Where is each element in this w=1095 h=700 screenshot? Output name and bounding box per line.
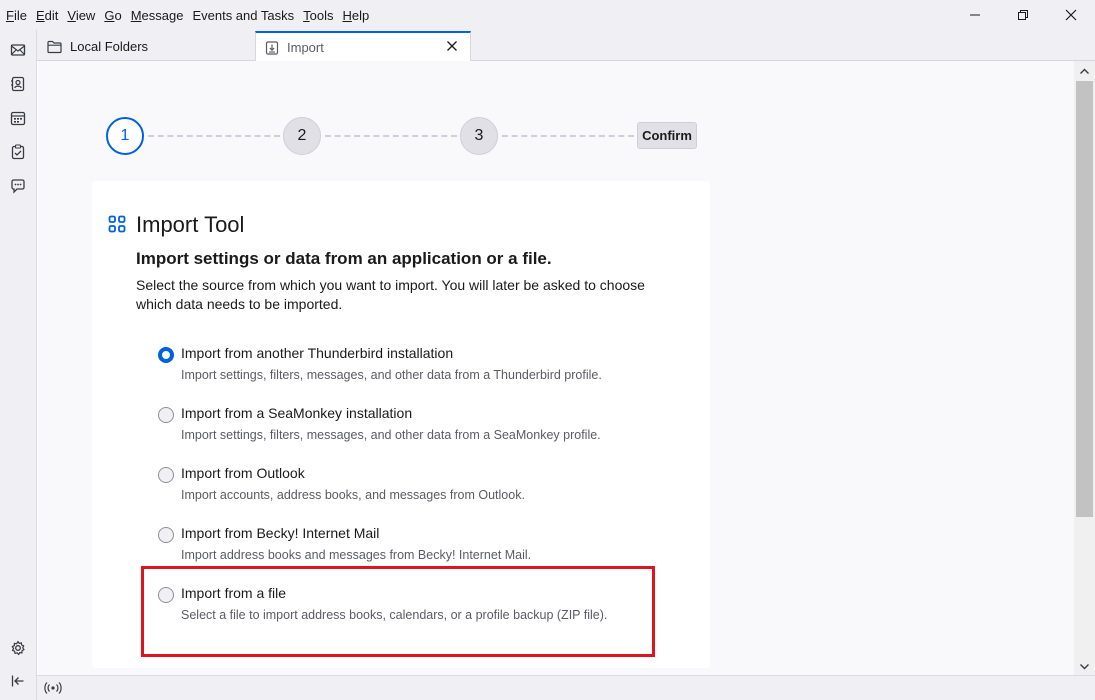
address-book-space-button[interactable]	[8, 74, 28, 94]
tasks-space-button[interactable]	[8, 142, 28, 162]
radio-becky[interactable]	[158, 527, 174, 543]
minimize-icon	[970, 14, 980, 16]
import-icon	[265, 40, 279, 55]
window-controls	[951, 0, 1095, 30]
menu-events-and-tasks[interactable]: Events and Tasks	[192, 8, 294, 23]
option-description: Import accounts, address books, and mess…	[181, 488, 525, 502]
option-label[interactable]: Import from another Thunderbird installa…	[181, 345, 453, 361]
menu-view-accel: V	[67, 7, 76, 23]
option-description: Import settings, filters, messages, and …	[181, 428, 601, 442]
menu-edit[interactable]: Edit	[36, 8, 58, 23]
menu-file[interactable]: File	[6, 8, 27, 23]
menu-file-label: ile	[13, 7, 27, 23]
menu-tools-label: ools	[309, 7, 334, 23]
collapse-spaces-button[interactable]	[8, 671, 28, 691]
menu-edit-label: dit	[44, 7, 59, 23]
collapse-sidebar-icon	[11, 675, 24, 687]
chat-space-button[interactable]	[8, 176, 28, 196]
step-connector	[502, 135, 634, 137]
step-2-indicator: 2	[283, 117, 321, 155]
step-3-number: 3	[474, 127, 484, 144]
menu-message-label: essage	[141, 7, 184, 23]
close-tab-button[interactable]	[446, 40, 458, 52]
menu-go-label: o	[114, 7, 122, 23]
page-subtitle: Import settings or data from an applicat…	[136, 249, 552, 268]
option-description: Import settings, filters, messages, and …	[181, 368, 602, 382]
tab-bar: Local Folders Import	[37, 30, 1095, 61]
tab-local-folders-label: Local Folders	[70, 39, 149, 54]
menu-view-label: iew	[75, 7, 96, 23]
confirm-step-button[interactable]: Confirm	[637, 122, 697, 149]
online-status-icon[interactable]	[44, 681, 62, 695]
option-label[interactable]: Import from Becky! Internet Mail	[181, 525, 379, 541]
step-3-indicator: 3	[460, 117, 498, 155]
calendar-icon	[10, 111, 26, 126]
menu-help[interactable]: Help	[342, 8, 369, 23]
settings-button[interactable]	[8, 638, 28, 658]
chat-icon	[11, 179, 25, 194]
menu-view[interactable]: View	[67, 8, 95, 23]
minimize-button[interactable]	[951, 0, 999, 30]
vertical-scrollbar[interactable]	[1074, 61, 1095, 675]
step-1-indicator: 1	[106, 117, 144, 155]
step-connector	[148, 135, 280, 137]
option-label[interactable]: Import from a SeaMonkey installation	[181, 405, 412, 421]
settings-icon	[11, 640, 25, 656]
close-tab-icon	[447, 41, 457, 51]
tasks-icon	[11, 144, 25, 160]
menu-events-label: Events and Tasks	[192, 7, 295, 23]
highlight-annotation	[141, 566, 655, 657]
tab-import-label: Import	[287, 39, 324, 55]
radio-outlook[interactable]	[158, 467, 174, 483]
menu-message-accel: M	[130, 7, 142, 23]
step-connector	[325, 135, 457, 137]
menu-file-accel: F	[6, 7, 14, 23]
page-description: Select the source from which you want to…	[136, 277, 645, 312]
calendar-space-button[interactable]	[8, 108, 28, 128]
radio-thunderbird[interactable]	[158, 347, 174, 363]
menu-edit-accel: E	[35, 7, 45, 23]
menu-items: File Edit View Go Message Events and Tas…	[0, 0, 378, 30]
step-1-number: 1	[120, 127, 130, 144]
import-content: 1 2 3 Confirm Import Tool Import setting…	[38, 61, 1074, 675]
scroll-down-icon[interactable]	[1079, 661, 1090, 672]
menu-message[interactable]: Message	[131, 8, 184, 23]
step-2-number: 2	[297, 127, 307, 144]
restore-icon	[1018, 10, 1028, 20]
restore-button[interactable]	[999, 0, 1047, 30]
mail-space-button[interactable]	[8, 40, 28, 60]
page-title: Import Tool	[136, 212, 245, 237]
menu-help-accel: H	[342, 7, 352, 23]
tab-import[interactable]: Import	[255, 31, 471, 61]
scrollbar-thumb[interactable]	[1076, 81, 1093, 517]
address-book-icon	[11, 76, 25, 92]
menu-go-accel: G	[104, 7, 115, 23]
radio-seamonkey[interactable]	[158, 407, 174, 423]
close-icon	[1065, 9, 1077, 21]
option-description: Import address books and messages from B…	[181, 548, 532, 562]
menu-bar: File Edit View Go Message Events and Tas…	[0, 0, 1095, 30]
option-label[interactable]: Import from Outlook	[181, 465, 305, 481]
tab-local-folders[interactable]: Local Folders	[37, 32, 253, 61]
scroll-up-icon[interactable]	[1079, 66, 1090, 77]
apps-grid-icon	[108, 215, 126, 233]
menu-tools[interactable]: Tools	[303, 8, 333, 23]
status-bar	[37, 675, 1095, 700]
close-window-button[interactable]	[1047, 0, 1095, 30]
mail-icon	[10, 44, 26, 56]
menu-go[interactable]: Go	[104, 8, 121, 23]
menu-help-label: elp	[351, 7, 370, 23]
spaces-toolbar	[0, 30, 37, 700]
folder-icon	[47, 40, 62, 54]
